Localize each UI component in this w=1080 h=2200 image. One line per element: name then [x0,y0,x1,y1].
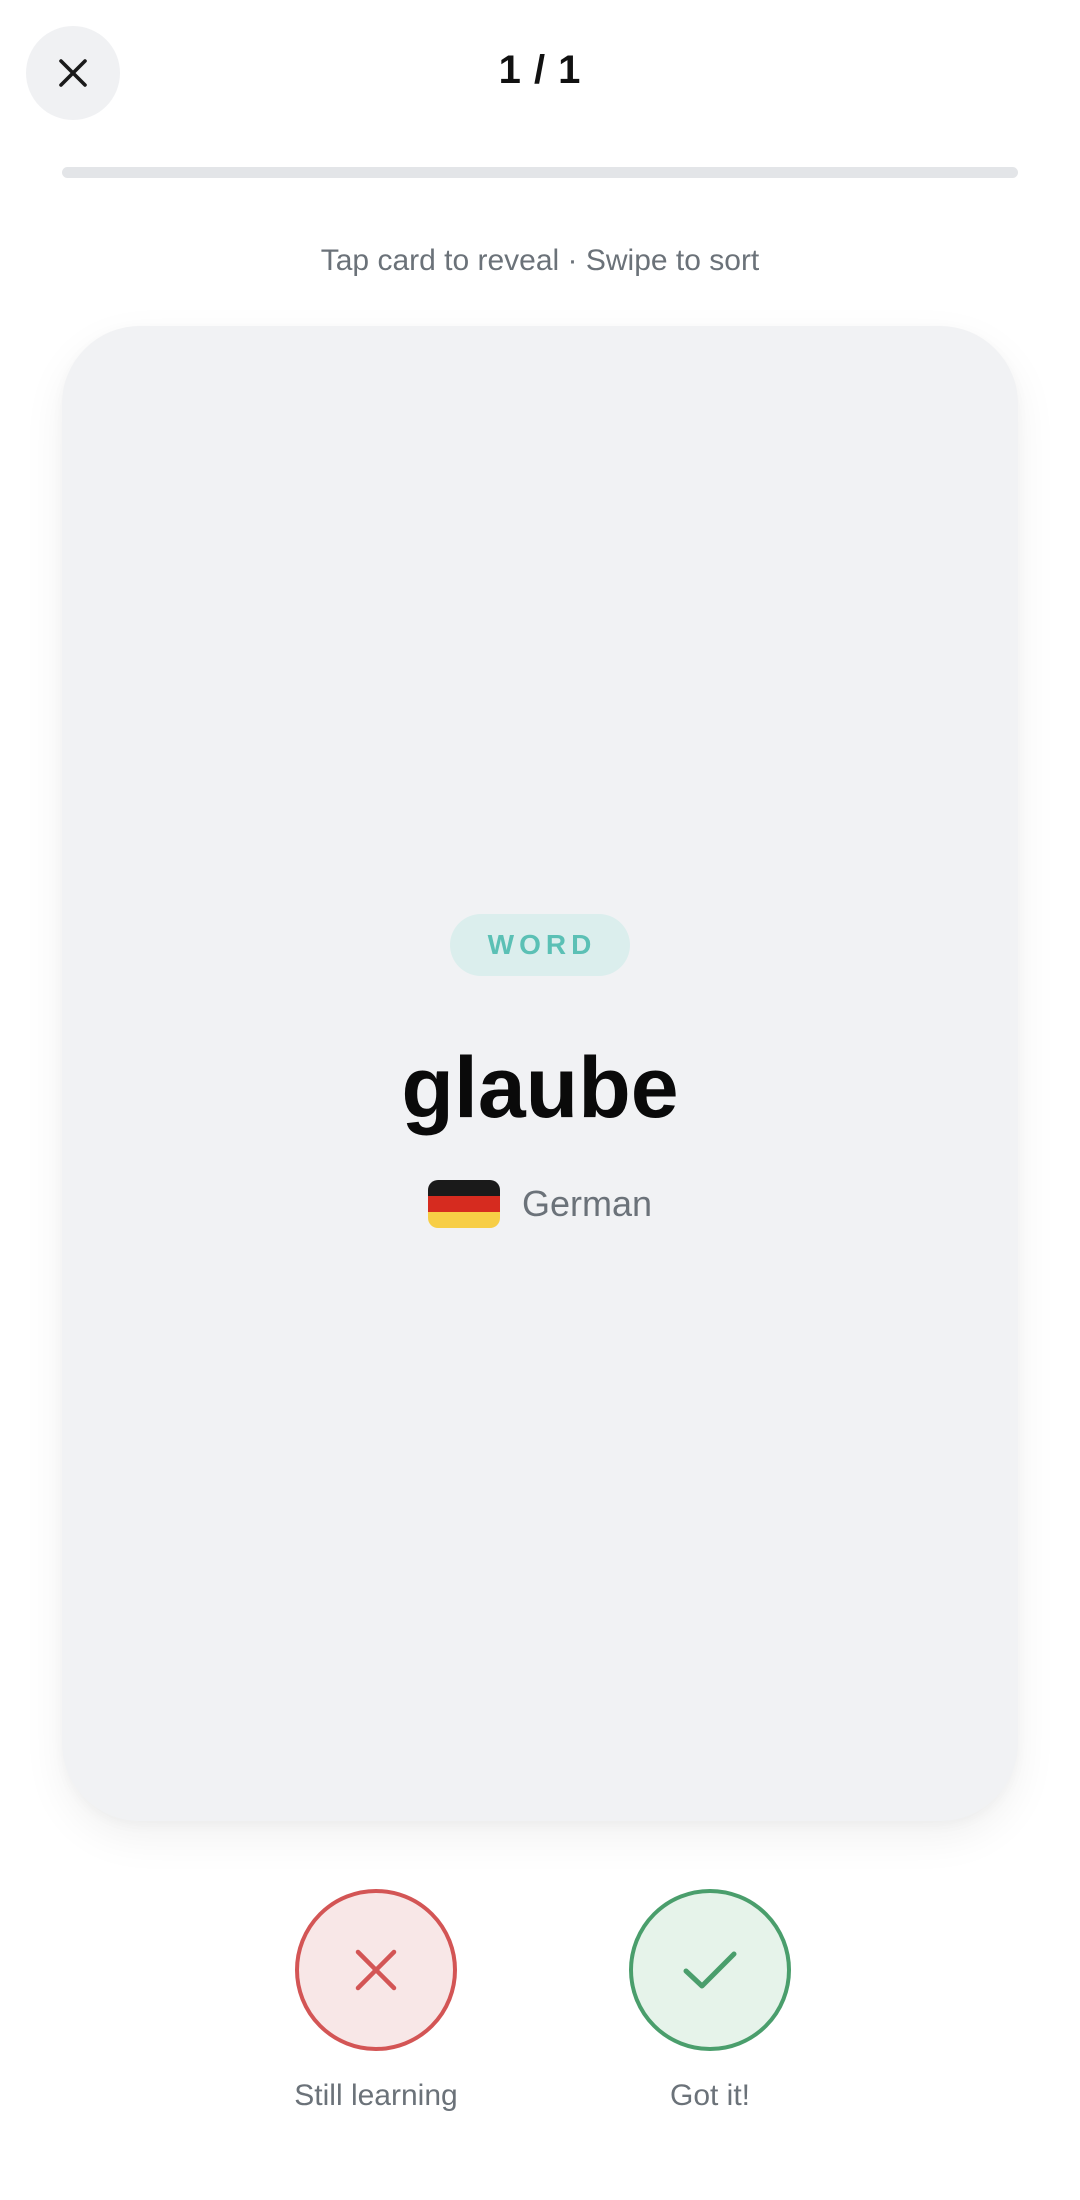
progress-counter: 1 / 1 [498,48,582,92]
flashcard-content: WORD glaube German [62,914,1018,1228]
instruction-hint: Tap card to reveal · Swipe to sort [320,244,760,277]
still-learning-label: Still learning [294,2079,458,2112]
card-language: German [521,1183,653,1224]
still-learning-button[interactable]: Still learning [256,1889,496,2113]
flag-stripe-black [427,1180,500,1196]
got-it-label: Got it! [669,2079,751,2112]
flag-stripe-gold [427,1212,500,1228]
flag-stripe-red [427,1196,500,1212]
still-learning-circle[interactable] [295,1889,457,2051]
germany-flag-icon [427,1180,500,1228]
language-row: German [427,1180,653,1228]
flashcard[interactable]: WORD glaube German [62,326,1018,1821]
x-icon [355,1949,397,1991]
got-it-circle[interactable] [629,1889,791,2051]
card-type-badge: WORD [449,914,631,976]
progress-bar [62,167,1018,178]
got-it-button[interactable]: Got it! [590,1889,830,2113]
card-word: glaube [401,1040,679,1136]
checkmark-icon [683,1951,737,1989]
